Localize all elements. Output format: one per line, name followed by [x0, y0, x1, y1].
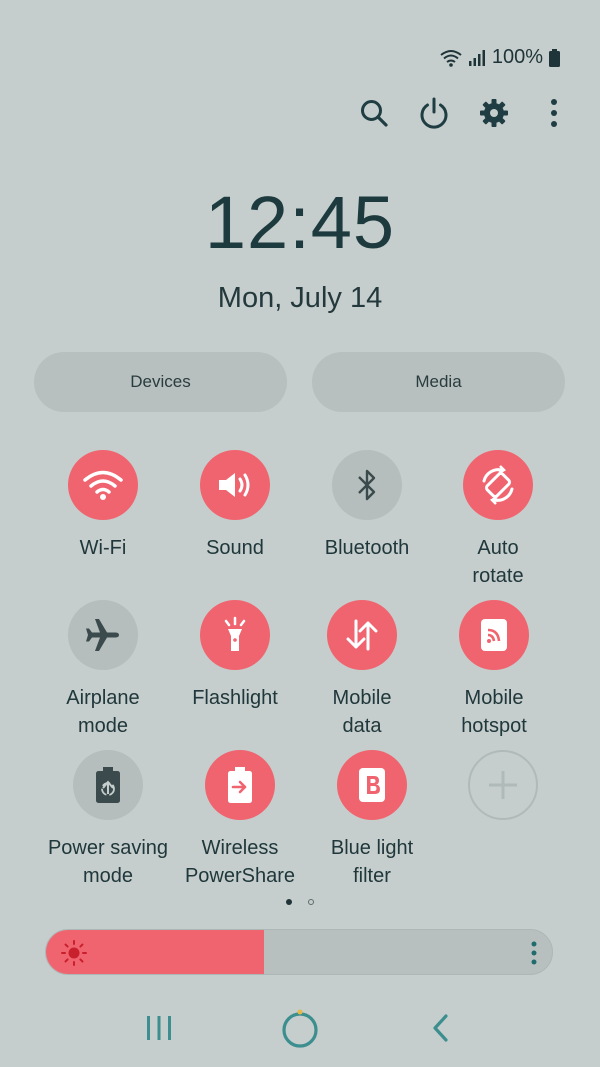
tile-power-saving-mode[interactable]: Power saving mode	[38, 750, 178, 890]
tile-label: Mobile hotspot	[461, 687, 527, 737]
tile-mobile-hotspot-toggle[interactable]	[459, 600, 529, 670]
flashlight-icon	[224, 616, 246, 651]
tile-sound-toggle[interactable]	[200, 450, 270, 520]
recents-button[interactable]	[134, 1008, 184, 1048]
power-button[interactable]	[418, 92, 450, 134]
rotate-icon	[482, 465, 514, 505]
tile-wifi[interactable]: Wi-Fi	[33, 450, 173, 562]
tile-blue-light-filter[interactable]: Blue light filter	[302, 750, 442, 890]
tile-label: Airplane mode	[66, 687, 140, 737]
page-dot	[308, 899, 314, 905]
tile-label: Sound	[206, 537, 264, 559]
tile-power-saving-mode-toggle[interactable]	[73, 750, 143, 820]
back-icon	[433, 1014, 448, 1042]
tile-mobile-hotspot[interactable]: Mobile hotspot	[424, 600, 564, 740]
blue-light-icon	[359, 768, 385, 802]
page-indicator	[0, 899, 600, 905]
devices-button[interactable]: Devices	[34, 352, 287, 412]
sun-icon	[61, 940, 87, 966]
tile-airplane-mode[interactable]: Airplane mode	[33, 600, 173, 740]
tile-mobile-data[interactable]: Mobile data	[292, 600, 432, 740]
search-icon	[361, 100, 388, 127]
powershare-icon	[228, 767, 252, 803]
tile-wireless-powershare-toggle[interactable]	[205, 750, 275, 820]
more-icon	[551, 99, 557, 127]
tile-sound[interactable]: Sound	[165, 450, 305, 562]
bluetooth-icon	[358, 469, 376, 501]
tile-wireless-powershare[interactable]: Wireless PowerShare	[170, 750, 310, 890]
tile-blue-light-filter-toggle[interactable]	[337, 750, 407, 820]
settings-button[interactable]	[478, 92, 510, 134]
tile-label: Wi-Fi	[79, 537, 127, 559]
tile-flashlight-toggle[interactable]	[200, 600, 270, 670]
clock-time[interactable]: 12:45	[0, 186, 600, 260]
data-arrows-icon	[346, 619, 378, 651]
recents-icon	[147, 1016, 171, 1040]
power-icon	[420, 97, 448, 129]
navigation-bar	[0, 1000, 600, 1060]
power-saving-icon	[96, 767, 120, 803]
tile-label: Blue light filter	[330, 837, 414, 887]
add-icon	[489, 771, 517, 799]
wifi-icon	[440, 49, 462, 67]
status-bar: 100%	[440, 46, 560, 69]
tile-auto-rotate-toggle[interactable]	[463, 450, 533, 520]
tile-wifi-toggle[interactable]	[68, 450, 138, 520]
add-tile-button[interactable]	[468, 750, 538, 820]
home-icon	[282, 1009, 318, 1048]
top-actions	[358, 92, 570, 134]
tile-add[interactable]	[433, 750, 573, 820]
airplane-icon	[86, 619, 119, 651]
battery-percentage: 100%	[491, 46, 543, 68]
tile-label: Flashlight	[192, 687, 278, 709]
search-button[interactable]	[358, 92, 390, 134]
clock-date[interactable]: Mon, July 14	[0, 282, 600, 315]
hotspot-icon	[481, 619, 507, 651]
brightness-more-icon[interactable]	[530, 941, 538, 965]
tile-label: Power saving mode	[47, 837, 169, 887]
tile-airplane-mode-toggle[interactable]	[68, 600, 138, 670]
home-button[interactable]	[275, 1008, 325, 1048]
speaker-icon	[219, 473, 250, 497]
tile-label: Wireless PowerShare	[184, 837, 296, 887]
signal-icon	[468, 49, 485, 66]
media-button[interactable]: Media	[312, 352, 565, 412]
tile-flashlight[interactable]: Flashlight	[165, 600, 305, 712]
back-button[interactable]	[416, 1008, 466, 1048]
tile-label: Mobile data	[332, 687, 392, 737]
tile-mobile-data-toggle[interactable]	[327, 600, 397, 670]
settings-icon	[480, 99, 508, 127]
tile-label: Auto rotate	[472, 537, 524, 587]
page-dot-active	[286, 899, 292, 905]
battery-icon	[549, 48, 560, 67]
tile-bluetooth[interactable]: Bluetooth	[297, 450, 437, 562]
tile-label: Bluetooth	[324, 537, 410, 559]
more-options-button[interactable]	[538, 92, 570, 134]
tile-auto-rotate[interactable]: Auto rotate	[428, 450, 568, 590]
wifi-icon	[83, 470, 123, 500]
tile-bluetooth-toggle[interactable]	[332, 450, 402, 520]
brightness-slider[interactable]	[45, 929, 553, 975]
